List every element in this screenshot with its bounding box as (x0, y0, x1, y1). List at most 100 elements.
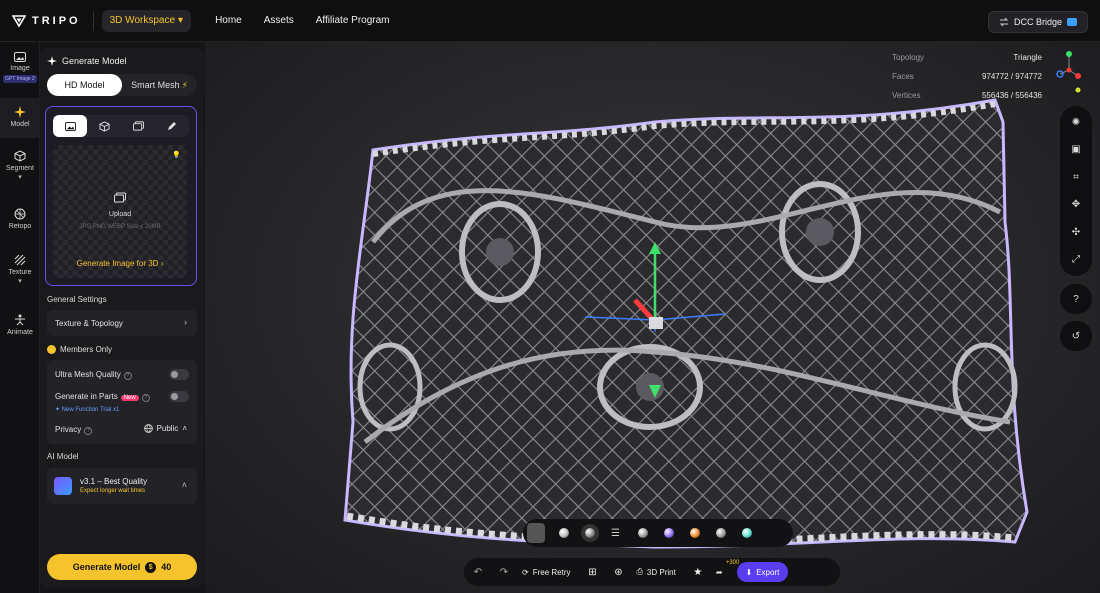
model-version-icon (54, 477, 72, 495)
upload-dropzone[interactable]: 💡 Upload JPG,PNG,WEBP Size ≤ 20MB Genera… (53, 145, 187, 278)
mesh-icon (14, 208, 26, 220)
members-only: Members Only (47, 345, 112, 354)
upload-image-icon (114, 192, 126, 203)
share-button[interactable]: ➦ +300 (716, 560, 740, 577)
rail-item-model[interactable]: Model (0, 98, 40, 138)
tab-hd-model[interactable]: HD Model (47, 74, 122, 96)
free-retry-label: Free Retry (532, 567, 571, 577)
material-ball[interactable] (559, 528, 569, 538)
brand-name: TRIPO (32, 14, 81, 27)
printer-icon: ⎙ (636, 567, 643, 576)
ultra-mesh-label: Ultra Mesh Quality (55, 370, 121, 379)
smart-mesh-label: Smart Mesh (131, 80, 180, 90)
sparkle-icon (14, 106, 26, 118)
history-tool: ↺ (1060, 321, 1092, 351)
info-icon[interactable]: ? (84, 427, 93, 435)
workspace-dropdown[interactable]: 3D Workspace ▾ (101, 9, 192, 32)
stat-row: Vertices 556436 / 556436 (892, 86, 1042, 105)
rail-item-animate[interactable]: Animate (0, 314, 40, 336)
rail-item-texture[interactable]: Texture ▾ (0, 254, 40, 285)
rig-icon[interactable]: ⊛ (611, 567, 627, 578)
credit-coin-icon: $ (145, 561, 157, 573)
tripo-logo-icon (12, 14, 26, 28)
mode-gallery[interactable] (121, 115, 155, 137)
ai-model-selector[interactable]: v3.1 – Best Quality Expect longer wait t… (47, 468, 197, 504)
axis-gizmo-icon[interactable] (1056, 48, 1082, 94)
generate-model-button[interactable]: Generate Model $ 40 (47, 554, 197, 580)
mode-multiview[interactable] (87, 115, 121, 137)
upload-label: Upload (108, 211, 132, 218)
input-mode-tabs (53, 115, 189, 137)
mode-text[interactable] (155, 115, 189, 137)
members-only-label: Members Only (60, 345, 113, 354)
swap-icon (999, 17, 1009, 27)
nav-affiliate[interactable]: Affiliate Program (316, 15, 390, 26)
chevron-up-icon: ˄ (182, 424, 187, 433)
member-options: Ultra Mesh Quality? Generate in Parts New… (47, 360, 197, 444)
panel-title-text: Generate Model (62, 56, 127, 66)
star-icon[interactable]: ★ (690, 567, 706, 578)
texture-topology-row[interactable]: Texture & Topology › (47, 310, 197, 336)
share-bonus: +300 (725, 559, 740, 566)
model-thumbnail[interactable] (527, 523, 545, 543)
trial-spark-icon: ✦ (55, 407, 62, 413)
help-icon[interactable]: ? (1060, 288, 1092, 310)
export-button[interactable]: ⬇ Export (736, 562, 789, 582)
caret-down-icon: ▾ (18, 278, 22, 285)
nav-home[interactable]: Home (215, 15, 242, 26)
globe-icon (143, 424, 153, 433)
model-name: v3.1 – Best Quality (80, 477, 148, 486)
ultra-mesh-toggle[interactable] (169, 369, 189, 380)
light-icon[interactable]: ✺ (1060, 111, 1092, 133)
rail-label: Image (10, 65, 30, 72)
crop-icon[interactable]: ⌗ (1060, 166, 1092, 188)
info-icon[interactable]: ? (141, 394, 150, 402)
undo-icon[interactable]: ↶ (470, 567, 486, 578)
bolt-icon: ⚡ (181, 79, 188, 90)
gift-icon[interactable]: ⊞ (585, 567, 601, 578)
stat-key: Vertices (892, 91, 921, 100)
fit-view-icon[interactable]: ⤢ (1060, 249, 1092, 271)
material-ball[interactable] (585, 528, 595, 538)
camera-icon[interactable]: ▣ (1060, 139, 1092, 161)
member-coin-icon (47, 345, 56, 354)
privacy-dropdown[interactable]: Public ˄ (143, 424, 187, 433)
3d-viewport[interactable]: Topology Triangle Faces 974772 / 974772 … (205, 42, 1100, 593)
history-icon[interactable]: ↺ (1060, 325, 1092, 347)
generate-parts-row: Generate in Parts New? (55, 392, 150, 402)
material-ball[interactable] (689, 528, 700, 538)
3d-print-button[interactable]: ⎙ 3D Print (637, 567, 676, 577)
workspace-label: 3D Workspace (109, 15, 176, 26)
retry-icon: ⟳ (522, 567, 529, 577)
dcc-bridge-label: DCC Bridge (1013, 17, 1062, 27)
action-bar: ↶ ↷ ⟳ Free Retry ⊞ ⊛ ⎙ 3D Print ★ ➦ +300… (464, 558, 840, 586)
privacy-label: Privacy (55, 425, 82, 434)
material-ball[interactable] (715, 528, 726, 538)
material-ball[interactable] (663, 528, 674, 538)
bulb-icon[interactable]: 💡 (172, 151, 181, 159)
sliders-icon[interactable]: ☰ (611, 528, 620, 539)
tab-smart-mesh[interactable]: Smart Mesh ⚡ (122, 74, 197, 96)
generate-model-label: Generate Model (72, 562, 141, 572)
material-ball[interactable] (637, 528, 648, 538)
rail-item-segment[interactable]: Segment ▾ (0, 150, 40, 181)
generate-image-link[interactable]: Generate Image for 3D › (53, 259, 187, 268)
material-ball[interactable] (741, 528, 752, 538)
generate-cost: 40 (161, 562, 172, 572)
general-settings-heading: General Settings (47, 295, 107, 304)
redo-icon[interactable]: ↷ (496, 567, 512, 578)
nav-assets[interactable]: Assets (264, 15, 294, 26)
pan-icon[interactable]: ✣ (1060, 221, 1092, 243)
rail-badge: GPT Image 2 (3, 75, 37, 83)
logo[interactable]: TRIPO (12, 14, 81, 28)
mode-image[interactable] (53, 115, 87, 137)
mesh-stats: Topology Triangle Faces 974772 / 974772 … (892, 48, 1042, 105)
rail-item-retopo[interactable]: Retopo (0, 208, 40, 230)
move-icon[interactable]: ✥ (1060, 194, 1092, 216)
info-icon[interactable]: ? (123, 372, 132, 380)
rail-item-image[interactable]: Image GPT Image 2 (0, 52, 40, 83)
dcc-bridge-button[interactable]: DCC Bridge (987, 11, 1088, 33)
texture-icon (14, 254, 26, 266)
generate-parts-toggle[interactable] (169, 391, 189, 402)
free-retry-button[interactable]: ⟳ Free Retry (522, 568, 571, 577)
